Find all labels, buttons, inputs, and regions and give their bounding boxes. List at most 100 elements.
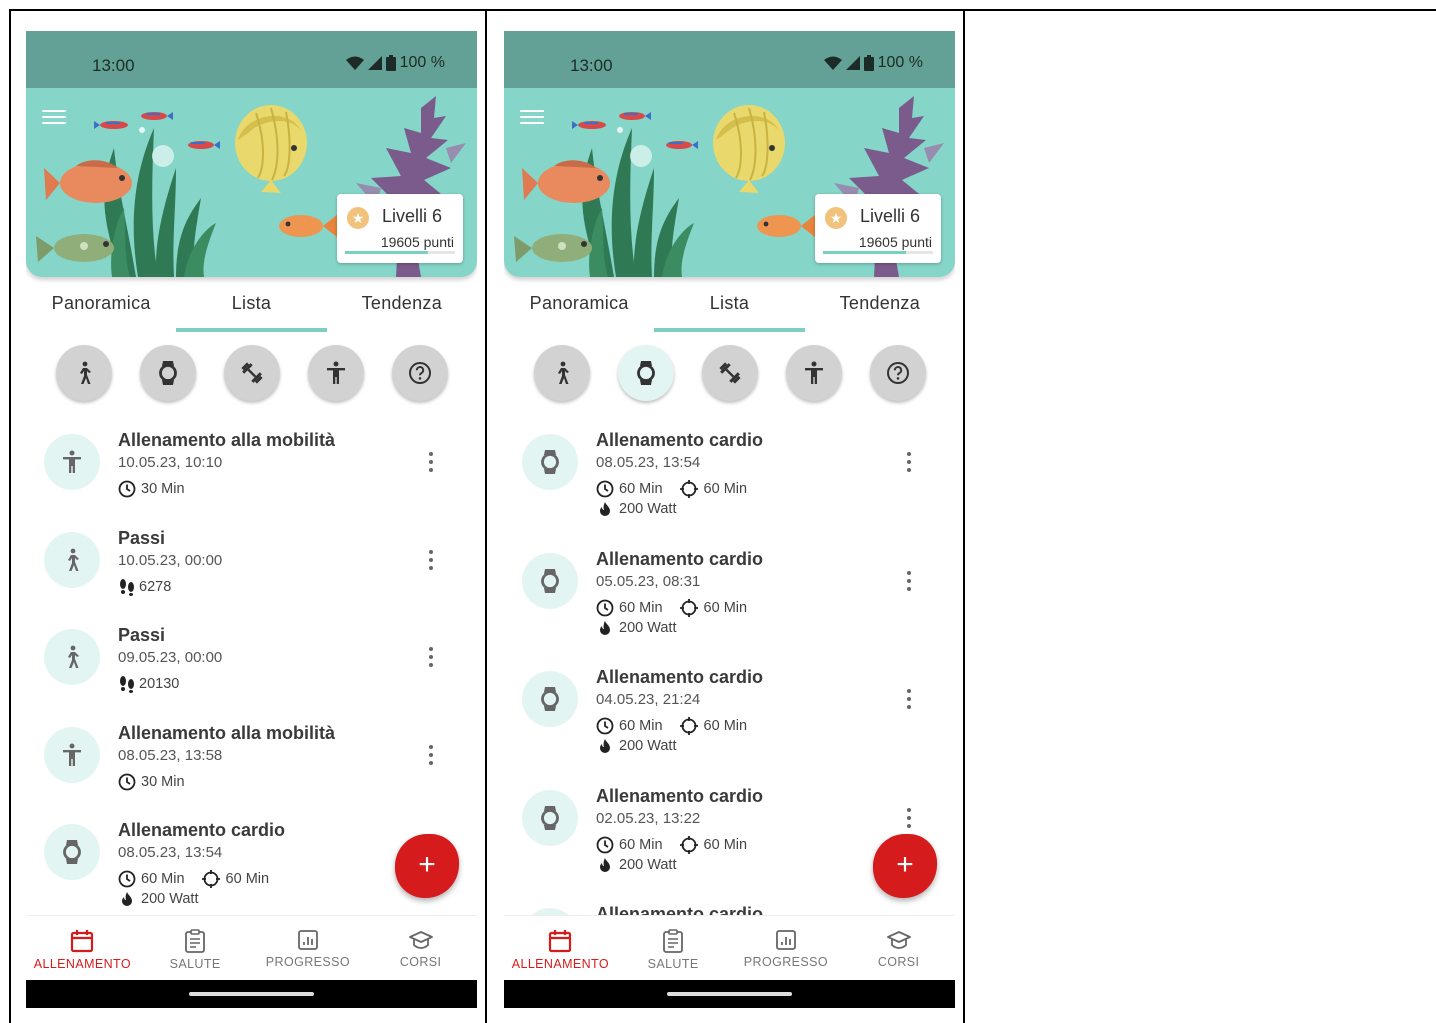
item-date: 02.05.23, 13:22 — [596, 809, 701, 827]
chart-icon — [730, 928, 843, 952]
bottom-navigation: ALLENAMENTO SALUTE PROGRESSO CORSI — [26, 915, 477, 980]
nav-label: SALUTE — [647, 957, 699, 971]
tab-panoramica[interactable]: Panoramica — [504, 277, 654, 334]
item-duration: 60 Min — [619, 481, 663, 497]
watch-icon — [522, 789, 578, 846]
person-icon — [325, 361, 347, 385]
more-options-icon[interactable] — [423, 646, 439, 668]
level-title: Livelli 6 — [382, 206, 443, 226]
hamburger-menu-icon[interactable] — [42, 110, 66, 126]
filter-person-button[interactable] — [786, 345, 842, 401]
filter-dumbbell-button[interactable] — [702, 345, 758, 401]
person-icon — [44, 434, 100, 490]
more-options-icon[interactable] — [901, 807, 917, 829]
target-icon — [679, 716, 699, 736]
item-steps: 6278 — [139, 578, 172, 595]
hamburger-menu-icon[interactable] — [520, 110, 544, 126]
wifi-icon — [823, 56, 842, 70]
tab-bar: Panoramica Lista Tendenza — [504, 277, 955, 334]
wifi-icon — [345, 56, 364, 70]
more-options-icon[interactable] — [423, 744, 439, 766]
dumbbell-icon — [717, 360, 743, 386]
watch-icon — [44, 824, 100, 880]
gesture-bar — [504, 980, 955, 1008]
nav-corsi[interactable]: CORSI — [842, 916, 955, 980]
frame-divider — [963, 9, 965, 1023]
clock-icon — [596, 836, 614, 854]
item-title: Allenamento alla mobilità — [118, 722, 336, 743]
signal-icon — [845, 56, 860, 70]
nav-corsi[interactable]: CORSI — [364, 916, 477, 980]
level-card[interactable]: ★ Livelli 6 19605 punti — [815, 194, 941, 263]
clock-icon — [596, 717, 614, 735]
item-title: Allenamento cardio — [596, 548, 764, 569]
graduation-cap-icon — [842, 928, 955, 952]
flame-icon — [118, 891, 136, 907]
item-title: Allenamento cardio — [596, 785, 764, 806]
nav-label: CORSI — [877, 955, 920, 969]
star-icon: ★ — [347, 207, 369, 229]
nav-salute[interactable]: SALUTE — [617, 916, 730, 980]
status-time: 13:00 — [92, 56, 135, 75]
tab-lista[interactable]: Lista — [654, 277, 805, 334]
level-title: Livelli 6 — [860, 206, 921, 226]
item-date: 08.05.23, 13:54 — [118, 844, 223, 861]
nav-salute[interactable]: SALUTE — [139, 916, 252, 980]
tab-lista[interactable]: Lista — [176, 277, 327, 334]
tab-panoramica[interactable]: Panoramica — [26, 277, 176, 334]
nav-label: PROGRESSO — [265, 955, 350, 969]
chart-icon — [252, 928, 365, 952]
battery-percent: 100 % — [399, 54, 445, 71]
filter-bar — [504, 345, 955, 405]
filter-watch-button[interactable] — [140, 345, 196, 401]
header-banner: ★ Livelli 6 19605 punti — [26, 88, 477, 277]
filter-watch-button[interactable] — [618, 345, 674, 401]
flame-icon — [596, 857, 614, 873]
item-title: Passi — [118, 527, 166, 548]
filter-walking-button[interactable] — [56, 345, 112, 401]
nav-label: PROGRESSO — [743, 955, 828, 969]
more-options-icon[interactable] — [423, 549, 439, 571]
walking-icon — [44, 531, 100, 588]
flame-icon — [596, 501, 614, 517]
nav-label: ALLENAMENTO — [511, 957, 609, 971]
nav-allenamento[interactable]: ALLENAMENTO — [26, 916, 139, 980]
filter-bar — [26, 345, 477, 405]
watch-icon — [636, 360, 656, 386]
item-power-row: 200 Watt — [596, 738, 677, 754]
item-power: 200 Watt — [619, 856, 677, 873]
target-icon — [679, 598, 699, 618]
level-progress-bar — [345, 251, 455, 254]
nav-label: ALLENAMENTO — [33, 957, 131, 971]
filter-help-button[interactable] — [870, 345, 926, 401]
clock-icon — [596, 599, 614, 617]
nav-allenamento[interactable]: ALLENAMENTO — [504, 916, 617, 980]
home-indicator[interactable] — [189, 992, 314, 996]
more-options-icon[interactable] — [901, 451, 917, 473]
more-options-icon[interactable] — [901, 688, 917, 710]
flame-icon — [596, 738, 614, 754]
more-options-icon[interactable] — [901, 570, 917, 592]
frame-divider — [485, 9, 487, 1023]
nav-progresso[interactable]: PROGRESSO — [730, 916, 843, 980]
nav-progresso[interactable]: PROGRESSO — [252, 916, 365, 980]
tab-tendenza[interactable]: Tendenza — [327, 277, 477, 334]
filter-person-button[interactable] — [308, 345, 364, 401]
item-power-row: 200 Watt — [118, 891, 199, 907]
level-card[interactable]: ★ Livelli 6 19605 punti — [337, 194, 463, 263]
more-options-icon[interactable] — [423, 451, 439, 473]
home-indicator[interactable] — [667, 992, 792, 996]
item-power: 200 Watt — [619, 501, 677, 517]
filter-dumbbell-button[interactable] — [224, 345, 280, 401]
item-target: 60 Min — [225, 871, 270, 887]
item-title: Allenamento cardio — [596, 904, 764, 915]
filter-help-button[interactable] — [392, 345, 448, 401]
item-duration: 60 Min — [619, 836, 663, 853]
gesture-bar — [26, 980, 477, 1008]
item-power-row: 200 Watt — [596, 620, 677, 636]
watch-icon — [522, 671, 578, 727]
status-bar: 13:00 100 % — [26, 31, 477, 88]
filter-walking-button[interactable] — [534, 345, 590, 401]
tab-tendenza[interactable]: Tendenza — [805, 277, 955, 334]
tab-bar: Panoramica Lista Tendenza — [26, 277, 477, 334]
